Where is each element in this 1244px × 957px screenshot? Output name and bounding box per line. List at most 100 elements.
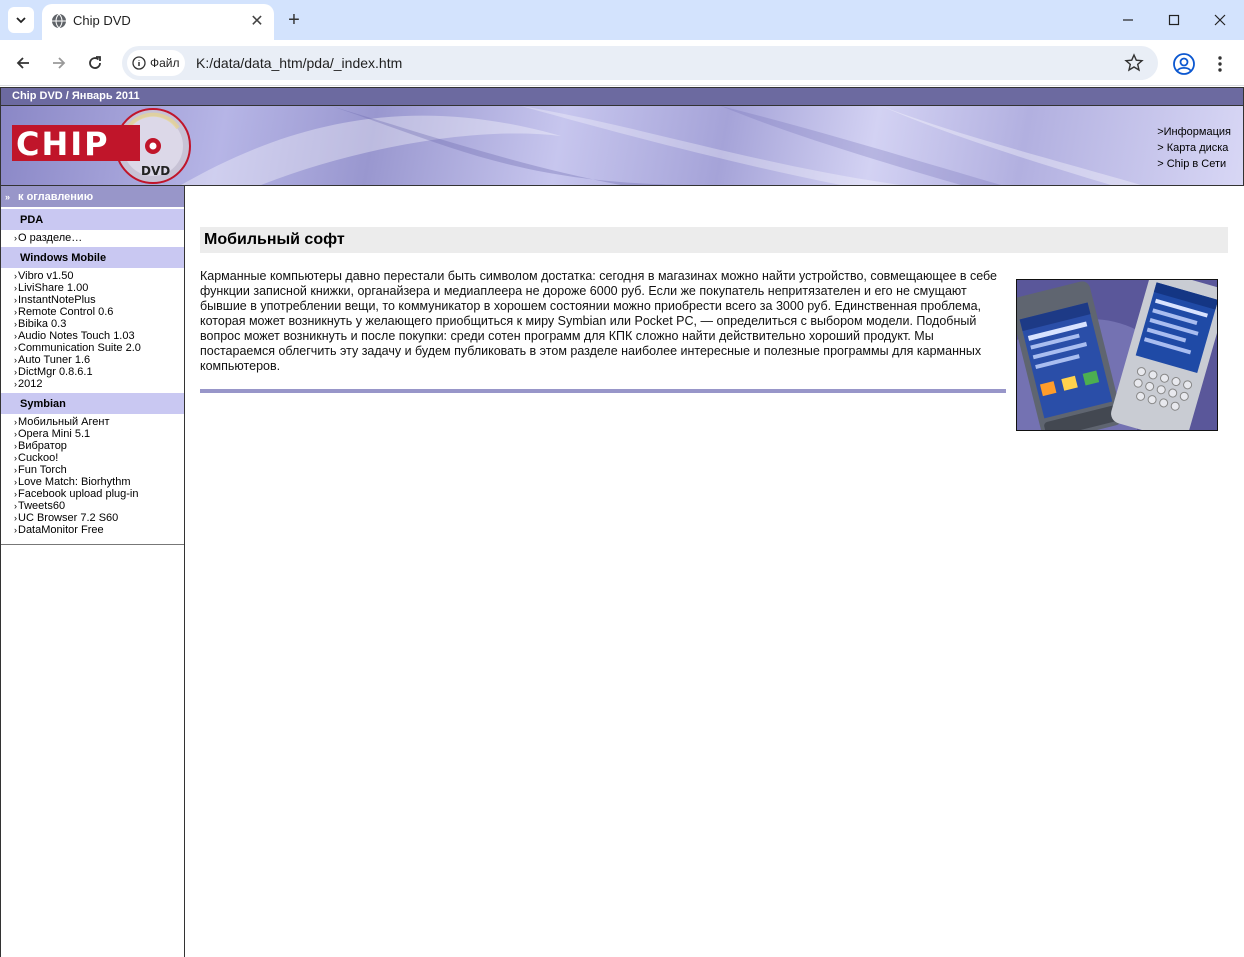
address-bar[interactable]: Файл K:/data/data_htm/pda/_index.htm [122,46,1158,80]
svg-text:CHIP: CHIP [16,125,110,163]
section-head-pda: PDA [1,208,184,230]
sidebar-item[interactable]: ›UC Browser 7.2 S60 [14,512,184,524]
tab-title: Chip DVD [73,13,131,28]
content-divider [200,389,1006,393]
sidebar-item[interactable]: ›Remote Control 0.6 [14,306,184,318]
arrow-right-icon: › [14,343,17,353]
tab-search-button[interactable] [8,7,34,33]
arrow-right-icon: › [14,271,17,281]
banner-links: >Информация > Карта диска > Chip в Сети [1157,124,1231,172]
page-content: Chip DVD / Январь 2011 CHIP DVD >Информа… [0,87,1244,957]
arrow-right-icon: › [14,367,17,377]
banner-link-disc-map[interactable]: > Карта диска [1157,140,1231,156]
site-chip-label: Файл [150,56,180,70]
arrow-right-icon: › [14,355,17,365]
main-content: Мобильный софт Карманные компьютеры давн… [186,186,1243,957]
globe-icon [52,13,66,29]
sidebar-item[interactable]: ›Bibika 0.3 [14,318,184,330]
sidebar: » к оглавлению PDA ›О разделе… Windows M… [0,186,185,957]
arrow-right-icon: › [14,429,17,439]
arrow-right-icon: › [14,379,17,389]
section-head-windows-mobile: Windows Mobile [1,246,184,268]
site-top-bar-text: Chip DVD / Январь 2011 [12,90,140,102]
sidebar-item[interactable]: ›LiviShare 1.00 [14,282,184,294]
maximize-button[interactable] [1162,8,1186,32]
pda-devices-photo [1016,279,1218,431]
arrow-right-icon: › [14,477,17,487]
arrow-right-icon: › [14,417,17,427]
bookmark-star-icon[interactable] [1124,53,1144,73]
section-items-symbian: ›Мобильный Агент ›Opera Mini 5.1 ›Вибрат… [1,414,184,538]
svg-text:DVD: DVD [141,164,170,178]
pda-devices-illustration [1017,280,1217,430]
browser-menu-button[interactable] [1210,52,1230,76]
forward-button[interactable] [45,49,73,77]
info-icon [132,56,146,70]
sidebar-item[interactable]: ›Communication Suite 2.0 [14,342,184,354]
arrow-right-icon: › [14,501,17,511]
close-icon [1214,14,1226,26]
sidebar-divider [1,544,184,545]
sidebar-item[interactable]: ›Вибратор [14,440,184,452]
url-text[interactable]: K:/data/data_htm/pda/_index.htm [196,55,402,71]
sidebar-item[interactable]: ›Tweets60 [14,500,184,512]
section-items-pda: ›О разделе… [1,230,184,246]
browser-tab[interactable]: Chip DVD ✕ [42,4,274,40]
reload-button[interactable] [81,49,109,77]
arrow-right-icon: › [14,513,17,523]
arrow-right-icon: › [14,525,17,535]
new-tab-button[interactable]: + [282,8,306,32]
arrow-left-icon [16,57,29,69]
site-banner: CHIP DVD >Информация > Карта диска > Chi… [1,106,1243,185]
sidebar-item[interactable]: ›Auto Tuner 1.6 [14,354,184,366]
sidebar-item[interactable]: ›Audio Notes Touch 1.03 [14,330,184,342]
browser-titlebar: Chip DVD ✕ + [0,0,1244,40]
sidebar-item[interactable]: ›О разделе… [14,232,184,244]
toc-label: к оглавлению [18,190,94,203]
browser-toolbar: Файл K:/data/data_htm/pda/_index.htm [0,40,1244,86]
sidebar-item[interactable]: ›Love Match: Biorhythm [14,476,184,488]
sidebar-item[interactable]: ›Opera Mini 5.1 [14,428,184,440]
close-window-button[interactable] [1208,8,1232,32]
maximize-icon [1168,14,1180,26]
arrow-right-icon: › [14,319,17,329]
sidebar-item[interactable]: ›Vibro v1.50 [14,270,184,282]
profile-icon[interactable] [1172,52,1196,76]
arrow-right-icon: › [14,307,17,317]
minimize-button[interactable] [1116,8,1140,32]
arrow-right-icon: › [14,233,17,243]
site-top-bar: Chip DVD / Январь 2011 [1,88,1243,106]
chevron-down-icon [16,17,26,24]
chip-dvd-logo: CHIP DVD [12,108,191,184]
sidebar-item[interactable]: ›Facebook upload plug-in [14,488,184,500]
sidebar-item[interactable]: ›Fun Torch [14,464,184,476]
reload-icon [89,56,101,69]
sidebar-item[interactable]: ›DictMgr 0.8.6.1 [14,366,184,378]
arrow-right-icon: › [14,441,17,451]
intro-text: Карманные компьютеры давно перестали быт… [200,269,998,373]
section-items-windows-mobile: ›Vibro v1.50 ›LiviShare 1.00 ›InstantNot… [1,268,184,392]
close-tab-icon[interactable]: ✕ [248,12,266,30]
banner-link-chip-online[interactable]: > Chip в Сети [1157,156,1231,172]
back-button[interactable] [9,49,37,77]
arrow-right-icon: › [14,453,17,463]
site-info-chip[interactable]: Файл [127,50,185,76]
arrow-right-icon: › [14,283,17,293]
arrow-right-icon [53,57,66,69]
more-vert-icon [1218,56,1222,72]
sidebar-item[interactable]: ›2012 [14,378,184,390]
arrow-right-icon: › [14,465,17,475]
arrow-right-icon: › [14,295,17,305]
sidebar-item[interactable]: ›Cuckoo! [14,452,184,464]
section-head-symbian: Symbian [1,392,184,414]
site-header: Chip DVD / Январь 2011 CHIP DVD >Информа… [0,87,1244,186]
double-arrow-icon: » [5,191,11,202]
arrow-right-icon: › [14,489,17,499]
page-title: Мобильный софт [200,227,1228,253]
banner-link-info[interactable]: >Информация [1157,124,1231,140]
sidebar-item[interactable]: ›DataMonitor Free [14,524,184,536]
sidebar-item[interactable]: ›InstantNotePlus [14,294,184,306]
arrow-right-icon: › [14,331,17,341]
toc-link[interactable]: » к оглавлению [1,186,184,208]
sidebar-item[interactable]: ›Мобильный Агент [14,416,184,428]
